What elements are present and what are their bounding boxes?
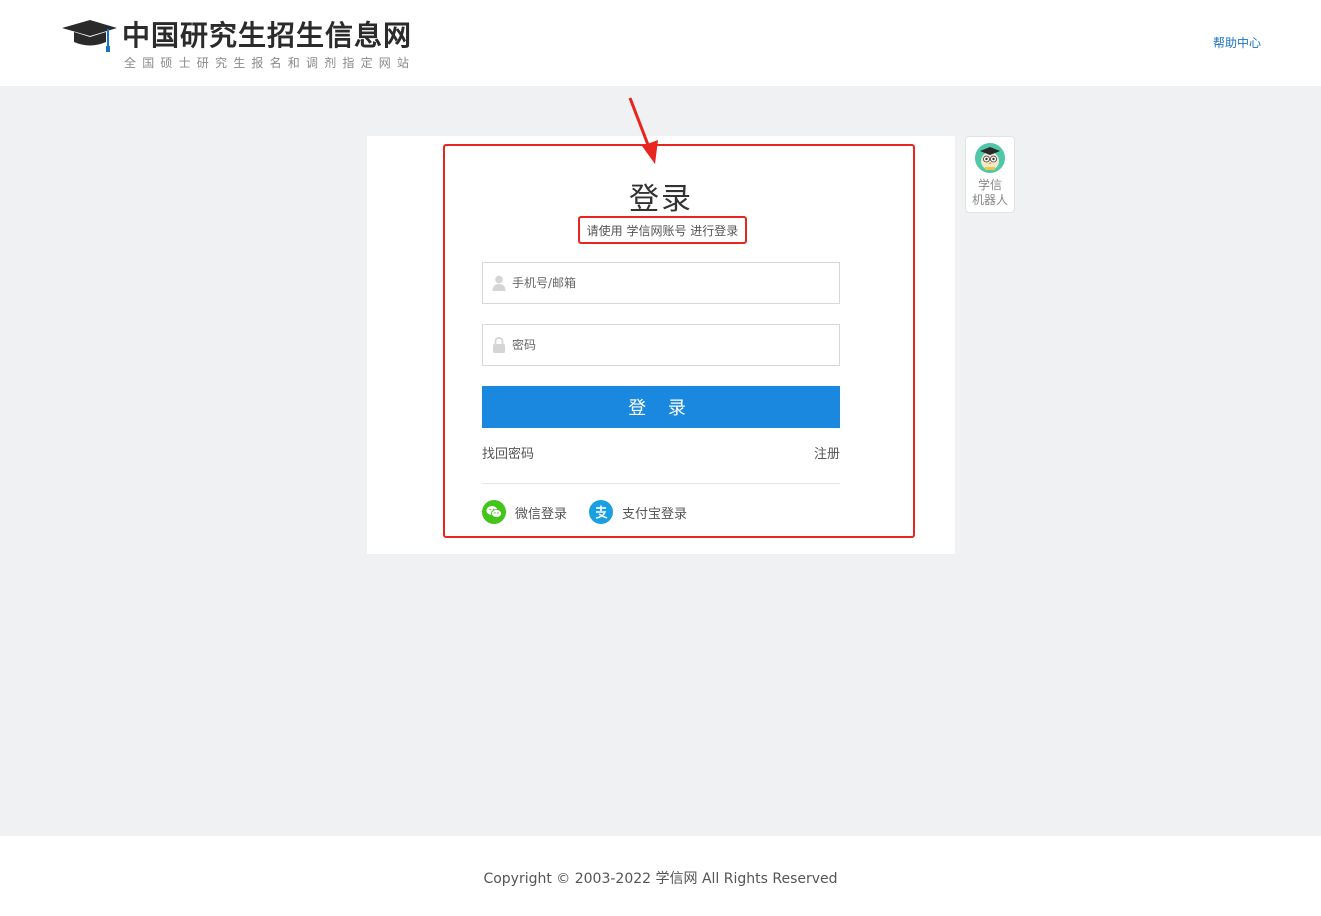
wechat-login-label: 微信登录 xyxy=(515,506,568,522)
logo-title: 中国研究生招生信息网 xyxy=(122,19,413,52)
robot-label-line1: 学信 xyxy=(977,178,1002,192)
xuexin-robot-widget[interactable]: 学信 机器人 xyxy=(965,136,1015,213)
login-subtitle: 请使用 学信网账号 进行登录 xyxy=(586,223,739,238)
site-logo[interactable]: 中国研究生招生信息网 全国硕士研究生报名和调剂指定网站 xyxy=(60,14,430,74)
lock-icon xyxy=(492,337,506,353)
register-link[interactable]: 注册 xyxy=(814,443,840,462)
user-icon xyxy=(492,275,506,291)
wechat-icon xyxy=(482,500,506,524)
graduation-cap-icon xyxy=(62,20,117,52)
copyright-text: Copyright © 2003-2022 学信网 All Rights Res… xyxy=(483,871,838,887)
help-center-link[interactable]: 帮助中心 xyxy=(1213,34,1261,51)
password-field[interactable] xyxy=(482,324,840,366)
password-input[interactable] xyxy=(512,330,812,360)
site-header: 中国研究生招生信息网 全国硕士研究生报名和调剂指定网站 帮助中心 xyxy=(0,0,1321,86)
divider xyxy=(482,483,840,484)
login-title: 登录 xyxy=(629,182,693,217)
robot-label: 学信 机器人 xyxy=(972,178,1008,208)
subtitle-highlight: 请使用 学信网账号 进行登录 xyxy=(578,216,747,244)
forgot-password-link[interactable]: 找回密码 xyxy=(482,443,534,462)
logo-subtitle: 全国硕士研究生报名和调剂指定网站 xyxy=(124,56,416,70)
username-input[interactable] xyxy=(512,268,812,298)
login-button[interactable]: 登 录 xyxy=(482,386,840,428)
alipay-login-label: 支付宝登录 xyxy=(622,506,688,522)
alipay-login-button[interactable]: 支付宝登录 xyxy=(589,500,687,524)
social-login-row: 微信登录 支付宝登录 xyxy=(482,499,709,525)
wechat-login-button[interactable]: 微信登录 xyxy=(482,500,567,524)
robot-avatar-icon xyxy=(975,143,1005,173)
alipay-icon xyxy=(589,500,614,524)
username-field[interactable] xyxy=(482,262,840,304)
robot-label-line2: 机器人 xyxy=(971,193,1008,207)
account-links: 找回密码 注册 xyxy=(482,443,840,462)
